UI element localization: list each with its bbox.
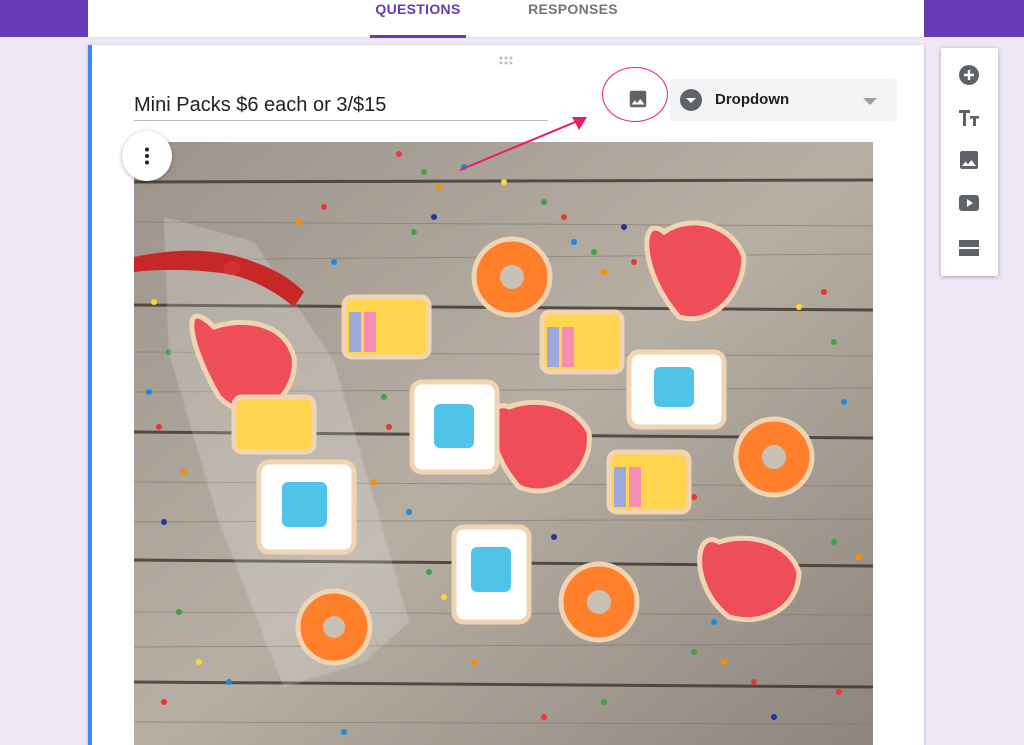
image-icon <box>960 151 978 169</box>
card-accent-bar <box>88 45 92 745</box>
arrow-drop-down-circle-icon <box>680 89 702 111</box>
annotation-arrow <box>459 117 587 171</box>
video-play-icon <box>959 195 979 211</box>
question-type-dropdown[interactable]: Dropdown <box>670 79 897 121</box>
drag-handle-icon[interactable] <box>496 55 516 67</box>
side-toolbar <box>941 48 998 276</box>
question-image <box>134 142 873 745</box>
title-text-icon <box>959 110 979 126</box>
image-icon <box>629 90 647 108</box>
chevron-down-icon <box>863 98 877 105</box>
add-image-button[interactable] <box>624 85 652 113</box>
image-options-button[interactable] <box>122 131 172 181</box>
add-video-button[interactable] <box>955 189 983 217</box>
more-vert-icon <box>145 147 149 165</box>
tab-responses[interactable]: RESPONSES <box>514 0 632 35</box>
add-image-tool-button[interactable] <box>955 146 983 174</box>
add-question-button[interactable] <box>955 61 983 89</box>
add-title-button[interactable] <box>955 104 983 132</box>
add-section-button[interactable] <box>955 234 983 262</box>
add-circle-icon <box>959 65 979 85</box>
tabs-panel: QUESTIONS RESPONSES <box>88 0 924 38</box>
question-type-label: Dropdown <box>715 91 790 108</box>
tab-questions[interactable]: QUESTIONS <box>370 0 466 38</box>
section-icon <box>959 240 979 256</box>
